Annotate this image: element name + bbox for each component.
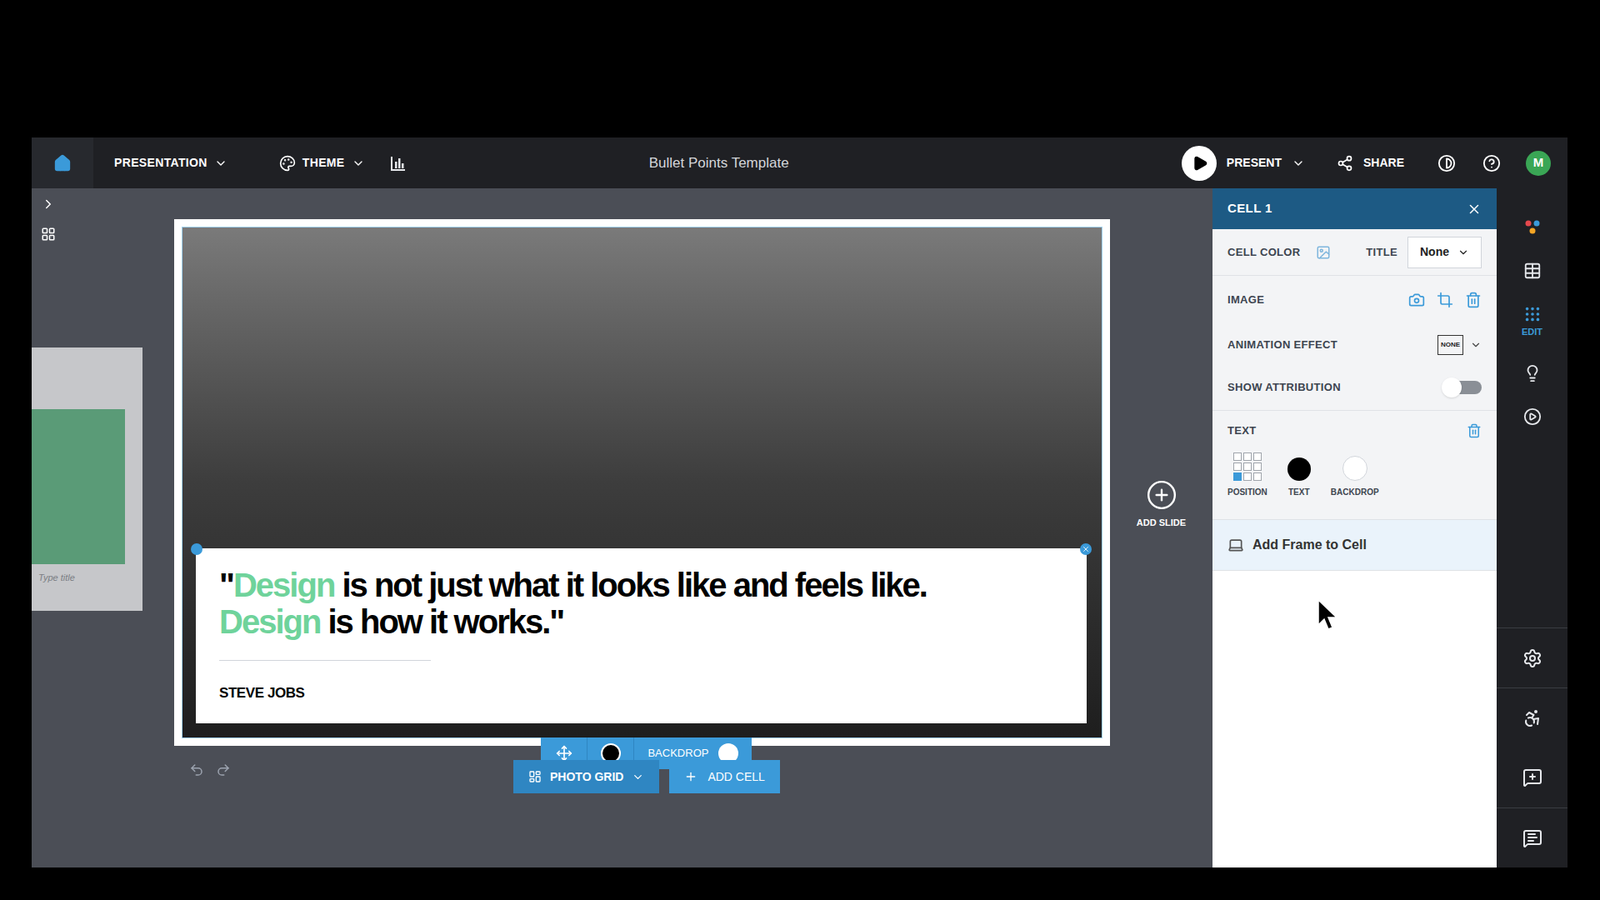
add-comment-icon[interactable] bbox=[1522, 767, 1543, 788]
edit-icon[interactable] bbox=[1523, 305, 1542, 324]
chart-icon[interactable] bbox=[390, 155, 407, 172]
close-handle[interactable] bbox=[1080, 543, 1092, 555]
plus-icon bbox=[684, 770, 698, 784]
present-button[interactable]: PRESENT bbox=[1181, 145, 1305, 181]
undo-icon[interactable] bbox=[189, 762, 205, 778]
position-cell[interactable] bbox=[1243, 472, 1252, 481]
frame-icon bbox=[1227, 536, 1245, 554]
share-button[interactable]: SHARE bbox=[1336, 154, 1405, 172]
resize-handle[interactable] bbox=[190, 543, 203, 555]
backdrop-swatch[interactable]: BACKDROP bbox=[1330, 455, 1380, 499]
theme-menu[interactable]: THEME bbox=[279, 154, 365, 172]
notes-icon[interactable] bbox=[1522, 828, 1543, 849]
quote-author[interactable]: STEVE JOBS bbox=[219, 682, 1070, 705]
presentation-menu[interactable]: PRESENTATION bbox=[114, 154, 228, 172]
caret-icon bbox=[631, 770, 645, 784]
animation-select[interactable]: NONE bbox=[1437, 335, 1482, 355]
title-select[interactable]: None bbox=[1407, 236, 1482, 269]
cell-toolbar: BACKDROPPHOTO GRIDADD CELL bbox=[513, 737, 780, 794]
text-color-swatch[interactable]: TEXT bbox=[1287, 457, 1311, 499]
photo-cell[interactable]: "Design is not just what it looks like a… bbox=[181, 226, 1103, 739]
top-bar: PRESENTATION THEME Bullet Points Template P… bbox=[31, 137, 1568, 189]
position-grid[interactable] bbox=[1233, 452, 1262, 481]
position-cell[interactable] bbox=[1233, 462, 1242, 471]
divider bbox=[219, 660, 431, 661]
caret-icon bbox=[1291, 156, 1305, 170]
tool-button[interactable] bbox=[1522, 216, 1543, 237]
avatar[interactable]: M bbox=[1525, 150, 1551, 176]
redo-icon[interactable] bbox=[215, 762, 231, 778]
colors-icon bbox=[1522, 216, 1543, 237]
accessibility-icon[interactable] bbox=[1522, 708, 1543, 729]
thumbnail-image bbox=[31, 409, 125, 565]
position-cell[interactable] bbox=[1233, 472, 1242, 481]
share-icon bbox=[1336, 155, 1354, 172]
add-cell-button[interactable]: ADD CELL bbox=[669, 760, 780, 794]
cursor-icon bbox=[1317, 599, 1340, 631]
caret-icon bbox=[214, 156, 228, 170]
panel-header: CELL 1 bbox=[1212, 188, 1497, 230]
slide-thumbnail[interactable]: Type title bbox=[31, 347, 143, 611]
delete-image-icon[interactable] bbox=[1465, 291, 1482, 309]
tool-button[interactable] bbox=[1496, 687, 1568, 748]
contrast-icon[interactable] bbox=[1437, 154, 1456, 173]
caret-icon bbox=[351, 156, 365, 170]
add-frame-button[interactable]: Add Frame to Cell bbox=[1212, 520, 1497, 571]
position-cell[interactable] bbox=[1243, 452, 1252, 461]
home-icon[interactable] bbox=[53, 154, 72, 173]
tool-button[interactable] bbox=[1523, 407, 1542, 426]
replace-image-icon[interactable] bbox=[1408, 291, 1425, 309]
app-window: PRESENTATION THEME Bullet Points Template P… bbox=[31, 137, 1568, 868]
slide[interactable]: "Design is not just what it looks like a… bbox=[174, 219, 1110, 746]
quote-box[interactable]: "Design is not just what it looks like a… bbox=[195, 548, 1087, 724]
cell-panel: CELL 1CELL COLORTITLENoneIMAGEANIMATION … bbox=[1212, 188, 1497, 868]
move-icon[interactable] bbox=[555, 745, 573, 762]
help-icon[interactable] bbox=[1482, 154, 1501, 173]
photo-grid-button[interactable]: PHOTO GRID bbox=[513, 760, 660, 794]
position-cell[interactable] bbox=[1253, 462, 1262, 471]
tool-button[interactable] bbox=[1496, 747, 1568, 808]
screen: PRESENTATION THEME Bullet Points Template P… bbox=[0, 0, 1600, 900]
expand-icon[interactable] bbox=[40, 196, 56, 212]
ideas-icon[interactable] bbox=[1523, 364, 1542, 383]
close-icon[interactable] bbox=[1081, 545, 1090, 554]
position-cell[interactable] bbox=[1233, 452, 1242, 461]
caret-icon bbox=[1457, 246, 1470, 259]
settings-icon[interactable] bbox=[1522, 648, 1543, 669]
tool-button[interactable] bbox=[1496, 807, 1568, 868]
caret-icon bbox=[1470, 339, 1482, 351]
analytics-button[interactable] bbox=[390, 155, 407, 172]
image-icon[interactable] bbox=[1315, 245, 1331, 260]
tool-button[interactable] bbox=[1523, 261, 1542, 280]
position-cell[interactable] bbox=[1243, 462, 1252, 471]
delete-text-icon[interactable] bbox=[1466, 423, 1482, 439]
tool-button[interactable] bbox=[1496, 627, 1568, 688]
position-cell[interactable] bbox=[1253, 452, 1262, 461]
grid-view-icon[interactable] bbox=[40, 226, 56, 242]
tool-button[interactable] bbox=[1523, 364, 1542, 383]
add-slide-button[interactable]: ADD SLIDE bbox=[1136, 479, 1186, 530]
tool-button[interactable]: EDIT bbox=[1521, 305, 1543, 340]
add-icon[interactable] bbox=[1145, 479, 1178, 511]
play-icon bbox=[1191, 155, 1209, 172]
layout-icon[interactable] bbox=[1523, 261, 1542, 280]
position-cell[interactable] bbox=[1253, 472, 1262, 481]
crop-icon[interactable] bbox=[1436, 291, 1454, 309]
canvas: Type title "Design is not just what it lo… bbox=[31, 188, 1213, 868]
play-icon[interactable] bbox=[1523, 407, 1542, 426]
quote-text[interactable]: "Design is not just what it looks like a… bbox=[219, 566, 1070, 640]
home-button[interactable] bbox=[31, 137, 94, 189]
tool-rail: EDIT bbox=[1496, 188, 1568, 868]
palette-icon bbox=[279, 155, 296, 172]
grid-icon bbox=[528, 770, 542, 784]
attribution-toggle[interactable] bbox=[1445, 380, 1482, 395]
presentation-title[interactable]: Bullet Points Template bbox=[649, 152, 790, 175]
close-icon[interactable] bbox=[1466, 201, 1482, 217]
